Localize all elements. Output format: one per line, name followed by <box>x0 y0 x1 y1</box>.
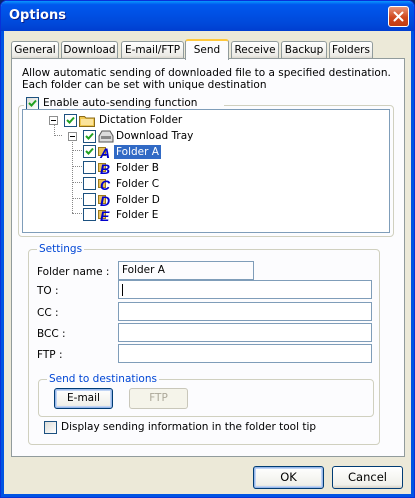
to-field[interactable] <box>118 280 372 299</box>
folder-tree[interactable]: Dictation Folder Download Tray A Folder … <box>22 109 390 233</box>
tab-receive[interactable]: Receive <box>231 41 279 59</box>
tab-backup[interactable]: Backup <box>281 41 327 59</box>
cc-label: CC : <box>37 307 59 319</box>
text-cursor <box>122 284 123 296</box>
folder-b-letter-icon: B <box>100 161 111 177</box>
enable-auto-sending-label: Enable auto-sending function <box>43 97 198 109</box>
bcc-label: BCC : <box>37 328 66 340</box>
title-bar[interactable]: Options <box>1 1 414 31</box>
display-tooltip-checkbox[interactable]: Display sending information in the folde… <box>44 421 344 435</box>
ftp-button[interactable]: FTP <box>129 388 188 409</box>
display-tooltip-label: Display sending information in the folde… <box>61 421 317 433</box>
email-button[interactable]: E-mail <box>54 388 113 409</box>
settings-group-title: Settings <box>37 243 85 255</box>
folder-d-checkbox[interactable] <box>83 193 96 206</box>
folder-c-checkbox[interactable] <box>83 177 96 190</box>
folder-a-label[interactable]: Folder A <box>114 145 161 159</box>
folder-a-checkbox[interactable] <box>83 145 96 158</box>
folder-d-letter-icon: D <box>100 193 111 209</box>
download-tray-checkbox[interactable] <box>83 130 96 143</box>
folder-name-label: Folder name : <box>37 266 110 278</box>
folder-c-label[interactable]: Folder C <box>116 177 159 191</box>
folder-b-checkbox[interactable] <box>83 161 96 174</box>
ftp-field[interactable] <box>118 344 372 363</box>
tab-general[interactable]: General <box>11 41 59 59</box>
ftp-label: FTP : <box>37 349 63 361</box>
dictation-folder-label[interactable]: Dictation Folder <box>99 113 182 127</box>
options-dialog: Options General Download E-mail/FTP Send… <box>0 0 415 498</box>
send-to-destinations-title: Send to destinations <box>47 373 159 385</box>
folder-e-letter-icon: E <box>100 208 110 224</box>
folder-e-checkbox[interactable] <box>83 208 96 221</box>
dictation-folder-expander[interactable] <box>49 116 58 125</box>
download-tray-expander[interactable] <box>68 132 77 141</box>
close-button[interactable] <box>388 6 409 27</box>
close-icon <box>393 11 404 22</box>
cancel-button[interactable]: Cancel <box>332 466 403 489</box>
cc-field[interactable] <box>118 302 372 321</box>
bcc-field[interactable] <box>118 323 372 342</box>
folder-a-letter-icon: A <box>100 145 111 161</box>
tab-email-ftp[interactable]: E-mail/FTP <box>121 41 184 59</box>
dictation-folder-icon <box>79 114 95 130</box>
download-tray-label[interactable]: Download Tray <box>116 129 193 143</box>
display-tooltip-checkbox-box[interactable] <box>44 421 57 434</box>
tab-send[interactable]: Send <box>185 39 229 60</box>
folder-e-label[interactable]: Folder E <box>116 208 158 222</box>
ok-button[interactable]: OK <box>253 466 324 489</box>
tab-download[interactable]: Download <box>61 41 118 59</box>
download-tray-icon <box>98 130 114 146</box>
folder-name-field: Folder A <box>118 261 254 280</box>
folder-c-letter-icon: C <box>100 177 111 193</box>
folder-d-label[interactable]: Folder D <box>116 193 160 207</box>
description-text: Allow automatic sending of downloaded fi… <box>22 67 391 91</box>
to-label: TO : <box>37 285 59 297</box>
tab-folders[interactable]: Folders <box>329 41 373 59</box>
folder-b-label[interactable]: Folder B <box>116 161 159 175</box>
send-tab-panel: Allow automatic sending of downloaded fi… <box>11 58 405 457</box>
dictation-folder-checkbox[interactable] <box>64 114 77 127</box>
window-title: Options <box>9 8 66 23</box>
